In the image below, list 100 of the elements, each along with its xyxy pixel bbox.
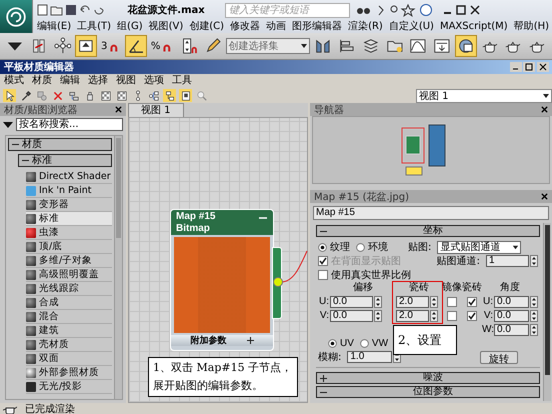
radio-option[interactable]: VW bbox=[360, 338, 388, 348]
menu-item[interactable]: 工具(T) bbox=[77, 20, 112, 32]
menu-item[interactable]: 动画 bbox=[266, 20, 286, 32]
view-tab[interactable]: 视图 1 bbox=[128, 103, 184, 117]
close-icon[interactable] bbox=[541, 193, 548, 200]
group-header[interactable]: 材质 bbox=[8, 138, 112, 151]
angle-field[interactable]: 0.0 bbox=[494, 310, 529, 322]
plus-icon[interactable] bbox=[320, 374, 327, 382]
material-item[interactable]: 混合 bbox=[26, 310, 112, 324]
spinner-arrows-icon[interactable] bbox=[530, 324, 538, 336]
toolbar-button[interactable] bbox=[19, 89, 32, 102]
radio-option[interactable]: 环境 bbox=[356, 240, 388, 254]
spinner-arrows-icon[interactable] bbox=[374, 310, 382, 322]
checkbox-option[interactable]: 使用真实世界比例 bbox=[318, 268, 411, 282]
toolbar-button[interactable] bbox=[75, 35, 97, 57]
checkbox[interactable] bbox=[447, 296, 457, 306]
material-item[interactable]: 合成 bbox=[26, 296, 112, 310]
tiling-field[interactable]: 2.0 bbox=[396, 310, 429, 322]
toolbar-button[interactable] bbox=[125, 35, 147, 57]
menu-item[interactable]: 模式 bbox=[4, 75, 24, 87]
menu-item[interactable]: 选择 bbox=[88, 75, 108, 87]
window-controls[interactable] bbox=[442, 5, 480, 15]
mapping-dropdown[interactable]: 显式贴图通道 bbox=[437, 240, 522, 254]
view-dropdown[interactable]: 视图 1 bbox=[416, 88, 552, 102]
offset-field[interactable]: 0.0 bbox=[330, 296, 373, 308]
window-controls[interactable] bbox=[510, 62, 550, 72]
toolbar-button[interactable] bbox=[454, 35, 477, 57]
group-header[interactable]: 标准 bbox=[18, 154, 112, 167]
menu-item[interactable]: 材质 bbox=[32, 75, 52, 87]
material-item[interactable]: 壳材质 bbox=[26, 338, 112, 352]
menu-item[interactable]: 工具 bbox=[172, 75, 192, 87]
checkbox[interactable] bbox=[318, 270, 328, 280]
checkbox[interactable] bbox=[467, 296, 477, 306]
spinner-arrows-icon[interactable] bbox=[430, 310, 438, 322]
material-item[interactable]: 多维/子对象 bbox=[26, 254, 112, 268]
minus-icon[interactable] bbox=[22, 157, 29, 164]
menu-item[interactable]: 图形编辑器 bbox=[292, 20, 342, 32]
angle-field[interactable]: 0.0 bbox=[494, 324, 529, 336]
toolbar-button[interactable] bbox=[3, 89, 16, 102]
tiling-field[interactable]: 2.0 bbox=[396, 296, 429, 308]
scrollbar[interactable] bbox=[543, 223, 551, 401]
minus-icon[interactable] bbox=[259, 216, 267, 220]
angle-field[interactable]: 0.0 bbox=[494, 296, 529, 308]
search-field[interactable]: 按名称搜索... bbox=[16, 118, 123, 131]
plus-icon[interactable] bbox=[246, 337, 254, 344]
triangle-icon[interactable] bbox=[3, 120, 13, 128]
minus-icon[interactable] bbox=[12, 141, 19, 148]
menu-item[interactable]: 帮助(H) bbox=[514, 20, 550, 32]
checkbox[interactable] bbox=[447, 310, 457, 320]
radio-icon[interactable] bbox=[360, 338, 369, 348]
close-icon[interactable] bbox=[115, 106, 122, 113]
offset-field[interactable]: 0.0 bbox=[330, 310, 373, 322]
radio-option[interactable]: UV bbox=[328, 338, 354, 348]
toolbar-button[interactable] bbox=[147, 89, 160, 102]
rollout-header[interactable]: 位图参数 bbox=[316, 386, 540, 398]
menu-item[interactable]: MAXScript(M) bbox=[440, 20, 508, 32]
toolbar-button[interactable]: 3 bbox=[99, 35, 124, 57]
material-item[interactable]: 建筑 bbox=[26, 324, 112, 338]
toolbar-button[interactable] bbox=[67, 89, 80, 102]
toolbar-button[interactable]: % bbox=[148, 35, 176, 57]
material-item[interactable]: 无光/投影 bbox=[26, 380, 112, 394]
menu-item[interactable]: 创建(C) bbox=[189, 20, 224, 32]
menu-item[interactable]: 渲染(R) bbox=[348, 20, 383, 32]
material-item[interactable]: 光线跟踪 bbox=[26, 282, 112, 296]
selection-set-dropdown[interactable]: 创建选择集 bbox=[226, 38, 310, 54]
spinner-arrows-icon[interactable] bbox=[530, 310, 538, 322]
menu-item[interactable]: 视图(V) bbox=[148, 20, 184, 32]
radio-icon[interactable] bbox=[318, 242, 327, 252]
menu-item[interactable]: 编辑 bbox=[60, 75, 80, 87]
menu-item[interactable]: 编辑(E) bbox=[37, 20, 72, 32]
spinner-arrows-icon[interactable] bbox=[530, 255, 538, 267]
menu-item[interactable]: 选项 bbox=[144, 75, 164, 87]
menu-item[interactable]: 自定义(U) bbox=[388, 20, 434, 32]
scrollbar[interactable] bbox=[114, 136, 122, 399]
toolbar-button[interactable] bbox=[179, 89, 192, 102]
rollout-header[interactable]: 坐标 bbox=[316, 225, 540, 237]
toolbar-button[interactable] bbox=[163, 89, 176, 102]
rotate-button[interactable]: 旋转 bbox=[480, 350, 518, 364]
material-item[interactable]: 标准 bbox=[26, 212, 112, 226]
map-node[interactable]: Map #15 Bitmap 附加参数 bbox=[170, 209, 274, 351]
toolbar-button[interactable] bbox=[99, 89, 112, 102]
close-icon[interactable] bbox=[541, 106, 548, 113]
spinner-arrows-icon[interactable] bbox=[430, 296, 438, 308]
rollout-header[interactable]: 噪波 bbox=[316, 372, 540, 384]
blur-field[interactable]: 1.0 bbox=[347, 351, 392, 363]
radio-icon[interactable] bbox=[328, 338, 337, 348]
material-item[interactable]: 高级照明覆盖 bbox=[26, 268, 112, 282]
spinner-arrows-icon[interactable] bbox=[374, 296, 382, 308]
node-footer[interactable]: 附加参数 bbox=[171, 335, 273, 346]
material-item[interactable]: 虫漆 bbox=[26, 226, 112, 240]
material-item[interactable]: 外部参照材质 bbox=[26, 366, 112, 380]
material-item[interactable]: 双面 bbox=[26, 352, 112, 366]
menu-item[interactable]: 组(G) bbox=[117, 20, 143, 32]
name-field[interactable]: Map #15 bbox=[313, 206, 549, 220]
radio-icon[interactable] bbox=[356, 242, 365, 252]
material-item[interactable]: DirectX Shader bbox=[26, 170, 112, 184]
menu-item[interactable]: 视图 bbox=[116, 75, 136, 87]
material-item[interactable]: Ink 'n Paint bbox=[26, 184, 112, 198]
toolbar-button[interactable] bbox=[115, 89, 128, 102]
app-logo[interactable] bbox=[0, 0, 33, 33]
